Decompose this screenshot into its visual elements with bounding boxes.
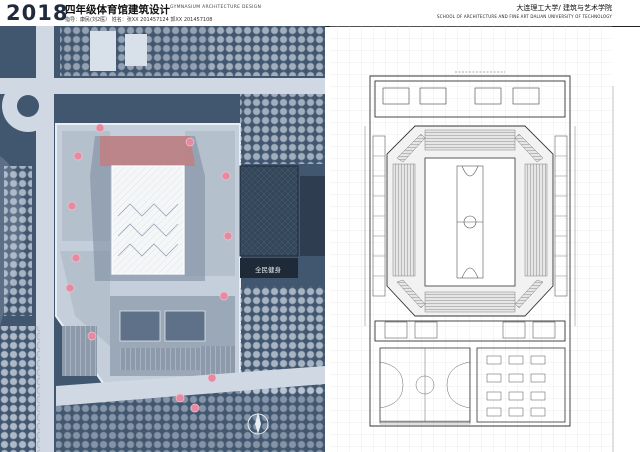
entrance-canopy bbox=[100, 136, 195, 166]
parking-lot bbox=[120, 348, 205, 370]
site-plan-drawing: 全民健身 bbox=[0, 26, 325, 452]
seating-south bbox=[424, 291, 516, 313]
seating-west bbox=[392, 163, 416, 277]
school-name-en: SCHOOL OF ARCHITECTURE AND FINE ART DALI… bbox=[437, 14, 612, 19]
year-label: 2018 bbox=[6, 1, 69, 25]
floor-plan-drawing bbox=[330, 26, 614, 452]
gymnasium-roof bbox=[111, 165, 185, 275]
roundabout bbox=[17, 95, 39, 117]
outdoor-court-2 bbox=[164, 310, 206, 342]
course-title-en: GYMNASIUM ARCHITECTURE DESIGN bbox=[170, 5, 262, 10]
outdoor-court-1 bbox=[119, 310, 161, 342]
student-info: 指导：康民(刘2医） 姓名：张XX 201457124 郭XX 20145710… bbox=[65, 17, 213, 23]
course-title: 四年级体育馆建筑设计 bbox=[65, 4, 170, 16]
building-sign: 全民健身 bbox=[255, 265, 282, 274]
neighbor-building bbox=[239, 165, 299, 257]
school-name: 大连理工大学/ 建筑与艺术学院 bbox=[516, 4, 612, 12]
title-bar: 2018 四年级体育馆建筑设计 GYMNASIUM ARCHITECTURE D… bbox=[0, 0, 640, 27]
seating-east bbox=[524, 163, 548, 277]
seating-north bbox=[424, 129, 516, 151]
